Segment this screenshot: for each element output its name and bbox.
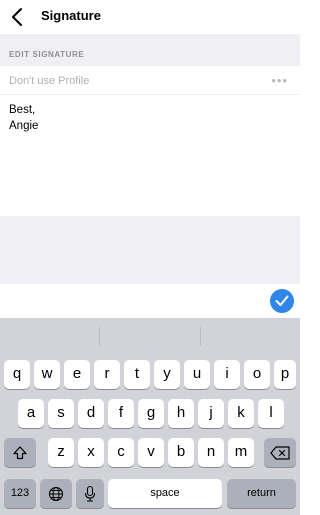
key-e[interactable]: e [64, 360, 90, 389]
signature-text-field[interactable]: Best, Angie [9, 102, 269, 134]
key-l[interactable]: l [258, 399, 284, 428]
accessory-bar [0, 284, 300, 318]
key-t[interactable]: t [124, 360, 150, 389]
key-w[interactable]: w [34, 360, 60, 389]
key-f[interactable]: f [108, 399, 134, 428]
back-button[interactable] [8, 6, 30, 28]
microphone-key[interactable] [76, 479, 104, 508]
predictive-divider [99, 327, 100, 346]
key-y[interactable]: y [154, 360, 180, 389]
numbers-key[interactable]: 123 [4, 479, 36, 508]
shift-arrow-icon [13, 445, 27, 459]
done-button[interactable] [270, 289, 294, 313]
backspace-icon [270, 445, 290, 460]
key-g[interactable]: g [138, 399, 164, 428]
key-a[interactable]: a [18, 399, 44, 428]
section-label: EDIT SIGNATURE [9, 50, 85, 59]
key-u[interactable]: u [184, 360, 210, 389]
shift-key[interactable] [4, 438, 36, 467]
nav-bar: Signature [0, 0, 300, 34]
key-s[interactable]: s [48, 399, 74, 428]
signature-profile-selector[interactable]: Don't use Profile [9, 75, 89, 87]
key-j[interactable]: j [198, 399, 224, 428]
space-key[interactable]: space [108, 479, 222, 508]
key-m[interactable]: m [228, 438, 254, 467]
key-n[interactable]: n [198, 438, 224, 467]
key-o[interactable]: o [244, 360, 270, 389]
signature-card [0, 66, 300, 216]
key-c[interactable]: c [108, 438, 134, 467]
key-d[interactable]: d [78, 399, 104, 428]
more-options-button[interactable]: ••• [271, 74, 288, 87]
globe-key[interactable] [40, 479, 72, 508]
delete-key[interactable] [264, 438, 296, 467]
key-i[interactable]: i [214, 360, 240, 389]
key-k[interactable]: k [228, 399, 254, 428]
key-x[interactable]: x [78, 438, 104, 467]
key-b[interactable]: b [168, 438, 194, 467]
key-p[interactable]: p [274, 360, 296, 389]
chevron-left-icon [12, 8, 22, 26]
microphone-icon [84, 485, 96, 502]
key-h[interactable]: h [168, 399, 194, 428]
key-r[interactable]: r [94, 360, 120, 389]
background-area [0, 216, 300, 284]
globe-icon [48, 486, 64, 501]
divider [0, 94, 300, 95]
keyboard: q w e r t y u i o p a s d f g h j k l z … [0, 318, 300, 515]
return-key[interactable]: return [227, 479, 296, 508]
checkmark-icon [275, 295, 289, 306]
page-title: Signature [41, 8, 101, 23]
predictive-text-bar [0, 318, 300, 355]
key-q[interactable]: q [4, 360, 30, 389]
key-v[interactable]: v [138, 438, 164, 467]
key-z[interactable]: z [48, 438, 74, 467]
predictive-divider [200, 327, 201, 346]
